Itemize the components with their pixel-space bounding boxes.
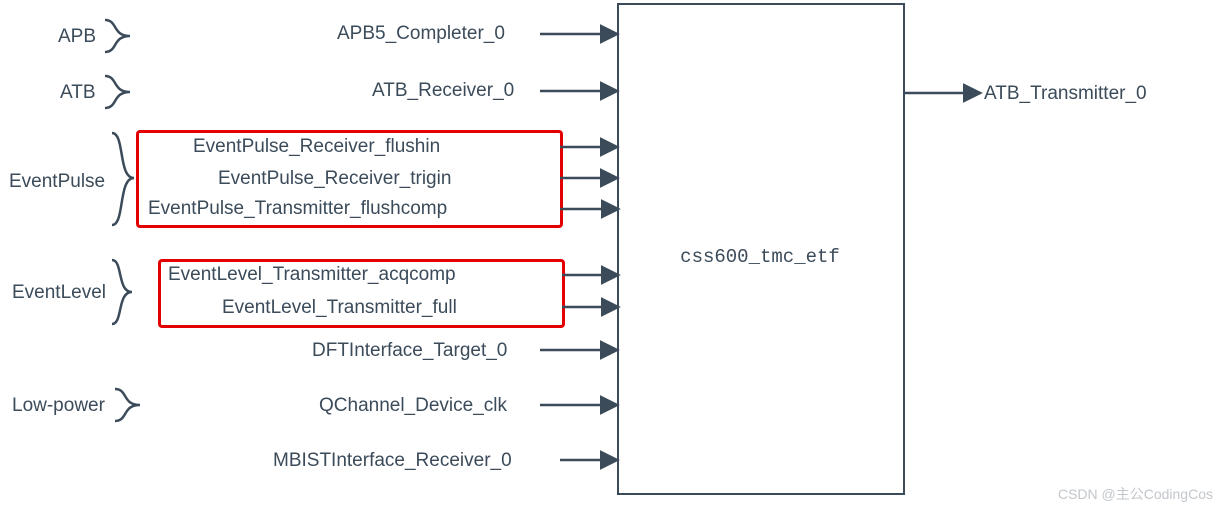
- diagram-svg-overlay: [0, 0, 1221, 508]
- watermark: CSDN @主公CodingCos: [1058, 484, 1213, 504]
